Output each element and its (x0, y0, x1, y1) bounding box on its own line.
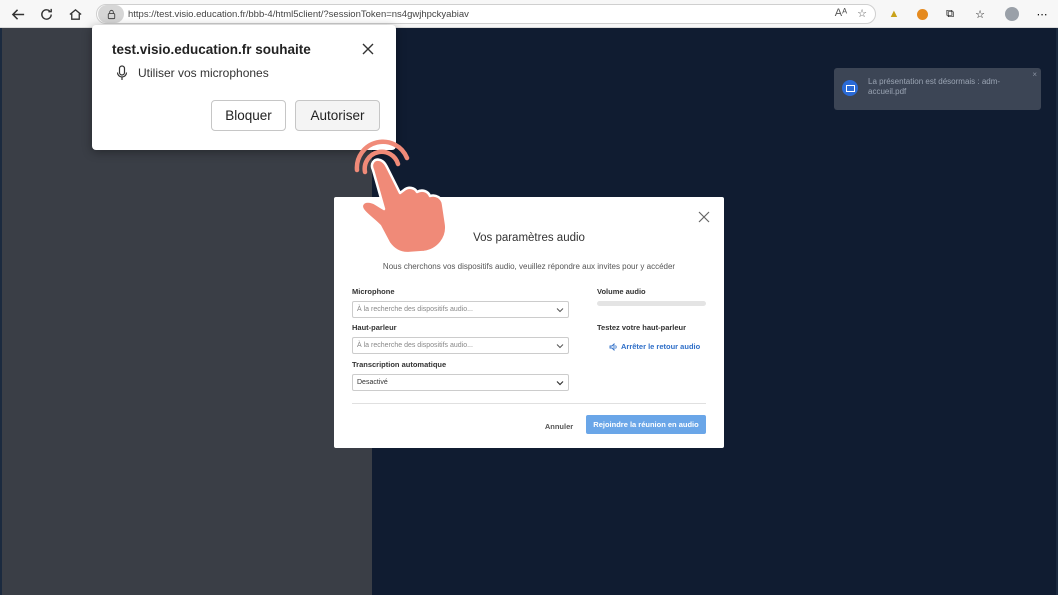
cancel-button[interactable]: Annuler (539, 417, 579, 435)
favorites-icon[interactable]: ☆ (970, 4, 990, 24)
microphone-select[interactable]: À la recherche des dispositifs audio... (352, 301, 569, 318)
transcription-label: Transcription automatique (352, 360, 447, 369)
back-icon[interactable] (4, 0, 32, 28)
permission-title: test.visio.education.fr souhaite (112, 42, 311, 57)
speaker-select[interactable]: À la recherche des dispositifs audio... (352, 337, 569, 354)
stop-audio-link[interactable]: Arrêter le retour audio (609, 342, 700, 351)
divider (352, 403, 706, 404)
read-aloud-icon[interactable]: Aᴬ (835, 7, 847, 20)
address-bar[interactable]: https://test.visio.education.fr/bbb-4/ht… (96, 4, 876, 24)
join-audio-button[interactable]: Rejoindre la réunion en audio (586, 415, 706, 434)
chevron-down-icon (556, 381, 564, 386)
extension-icon-2[interactable] (912, 4, 932, 24)
url-text: https://test.visio.education.fr/bbb-4/ht… (128, 8, 469, 20)
extensions-puzzle-icon[interactable]: ⧉ (940, 4, 960, 24)
volume-label: Volume audio (597, 287, 646, 296)
speaker-icon (609, 342, 617, 351)
transcription-select[interactable]: Desactivé (352, 374, 569, 391)
microphone-select-value: À la recherche des dispositifs audio... (357, 306, 473, 313)
extension-icon-1[interactable]: ▲ (884, 4, 904, 24)
test-speaker-label: Testez votre haut-parleur (597, 323, 687, 332)
presentation-toast: La présentation est désormais : adm-accu… (834, 68, 1041, 110)
profile-avatar[interactable] (1002, 4, 1022, 24)
speaker-select-value: À la recherche des dispositifs audio... (357, 342, 473, 349)
reload-icon[interactable] (32, 0, 60, 28)
toast-text: La présentation est désormais : adm-accu… (868, 77, 1001, 96)
stop-audio-label: Arrêter le retour audio (621, 342, 701, 351)
toast-close-icon[interactable]: × (1032, 70, 1037, 79)
permission-request: Utiliser vos microphones (138, 66, 269, 80)
transcription-select-value: Desactivé (357, 379, 388, 386)
block-button[interactable]: Bloquer (211, 100, 286, 131)
chevron-down-icon (556, 308, 564, 313)
pointing-hand-icon (354, 139, 448, 255)
browser-toolbar: https://test.visio.education.fr/bbb-4/ht… (0, 0, 1058, 28)
close-icon[interactable] (698, 211, 710, 223)
volume-meter (597, 301, 706, 306)
close-icon[interactable] (360, 41, 376, 57)
speaker-label: Haut-parleur (352, 323, 397, 332)
microphone-label: Microphone (352, 287, 395, 296)
modal-subtitle: Nous cherchons vos dispositifs audio, ve… (382, 262, 676, 271)
presentation-icon (842, 80, 858, 96)
more-menu-icon[interactable]: ⋯ (1032, 4, 1052, 24)
microphone-icon (116, 65, 128, 80)
chevron-down-icon (556, 344, 564, 349)
lock-icon[interactable] (98, 5, 124, 23)
home-icon[interactable] (61, 0, 89, 28)
favorite-star-icon[interactable]: ☆ (857, 7, 867, 20)
